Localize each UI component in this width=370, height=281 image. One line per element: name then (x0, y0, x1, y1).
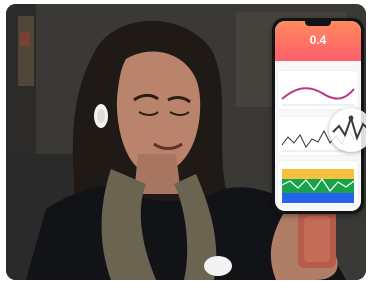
trend-chart (281, 87, 355, 106)
phone-notch (305, 21, 331, 26)
lens-zoom-chart (332, 114, 366, 141)
image-frame: 0.4 (0, 0, 370, 281)
magnifier-lens (329, 108, 366, 152)
composition-panel (278, 161, 358, 205)
trend-panel (278, 71, 358, 109)
composition-chart (281, 169, 355, 203)
headline-value: 0.4 (309, 33, 327, 47)
photo: 0.4 (6, 4, 366, 280)
